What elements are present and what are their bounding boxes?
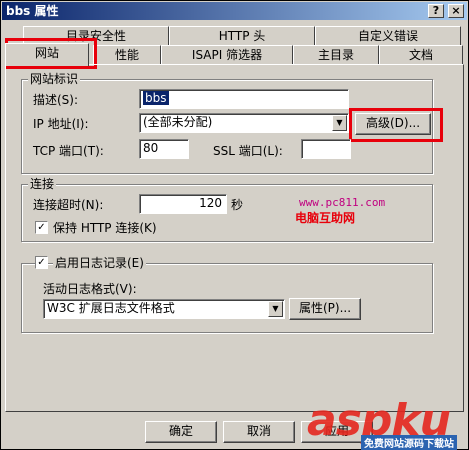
cancel-button[interactable]: 取消 — [223, 421, 295, 443]
connection-timeout-input[interactable]: 120 — [139, 194, 227, 214]
ssl-port-input[interactable] — [301, 139, 351, 159]
tab-custom-errors[interactable]: 自定义错误 — [315, 26, 461, 46]
ip-address-dropdown[interactable]: (全部未分配) ▼ — [139, 113, 349, 133]
group-legend: 连接 — [28, 177, 57, 191]
log-format-label: 活动日志格式(V): — [43, 282, 137, 296]
enable-logging-label[interactable]: 启用日志记录(E) — [53, 256, 146, 270]
watermark-name: 电脑互助网 — [295, 211, 356, 225]
tcp-port-value: 80 — [143, 141, 159, 155]
tcp-port-input[interactable]: 80 — [139, 139, 189, 159]
tab-http-headers[interactable]: HTTP 头 — [169, 26, 315, 46]
close-button[interactable]: × — [448, 4, 464, 18]
ok-button[interactable]: 确定 — [145, 421, 217, 443]
watermark-url: www.pc811.com — [299, 196, 386, 209]
watermark-logo-subtitle: 免费网站源码下载站 — [361, 435, 457, 450]
keepalive-checkbox[interactable]: ✓ — [35, 221, 48, 234]
keepalive-label[interactable]: 保持 HTTP 连接(K) — [53, 221, 157, 235]
tab-home-directory[interactable]: 主目录 — [293, 45, 379, 65]
window-title: bbs 属性 — [6, 4, 59, 18]
tab-website[interactable]: 网站 — [5, 43, 89, 66]
properties-window: bbs 属性 ? × 目录安全性 HTTP 头 自定义错误 网站 性能 ISAP… — [0, 0, 469, 450]
description-input[interactable]: bbs — [139, 89, 349, 109]
title-bar: bbs 属性 ? × — [2, 2, 467, 20]
chevron-down-icon[interactable]: ▼ — [332, 115, 347, 131]
tab-documents[interactable]: 文档 — [379, 45, 463, 65]
log-format-value: W3C 扩展日志文件格式 — [47, 301, 175, 315]
tcp-port-label: TCP 端口(T): — [33, 144, 104, 158]
tab-performance[interactable]: 性能 — [93, 45, 161, 65]
group-legend: 网站标识 — [28, 72, 81, 86]
description-label: 描述(S): — [33, 93, 79, 107]
log-properties-button[interactable]: 属性(P)... — [289, 298, 361, 320]
seconds-unit: 秒 — [231, 198, 244, 212]
connection-timeout-value: 120 — [199, 196, 222, 210]
ip-address-value: (全部未分配) — [143, 115, 213, 129]
description-value: bbs — [143, 91, 169, 105]
highlight-box-advanced — [349, 108, 443, 142]
connection-timeout-label: 连接超时(N): — [33, 198, 104, 212]
log-format-dropdown[interactable]: W3C 扩展日志文件格式 ▼ — [43, 299, 285, 319]
chevron-down-icon[interactable]: ▼ — [268, 301, 283, 317]
ssl-port-label: SSL 端口(L): — [213, 144, 283, 158]
tab-isapi-filters[interactable]: ISAPI 筛选器 — [161, 45, 293, 65]
enable-logging-checkbox[interactable]: ✓ — [35, 256, 48, 269]
group-logging — [21, 263, 433, 333]
ip-address-label: IP 地址(I): — [33, 117, 89, 131]
help-button[interactable]: ? — [428, 4, 444, 18]
